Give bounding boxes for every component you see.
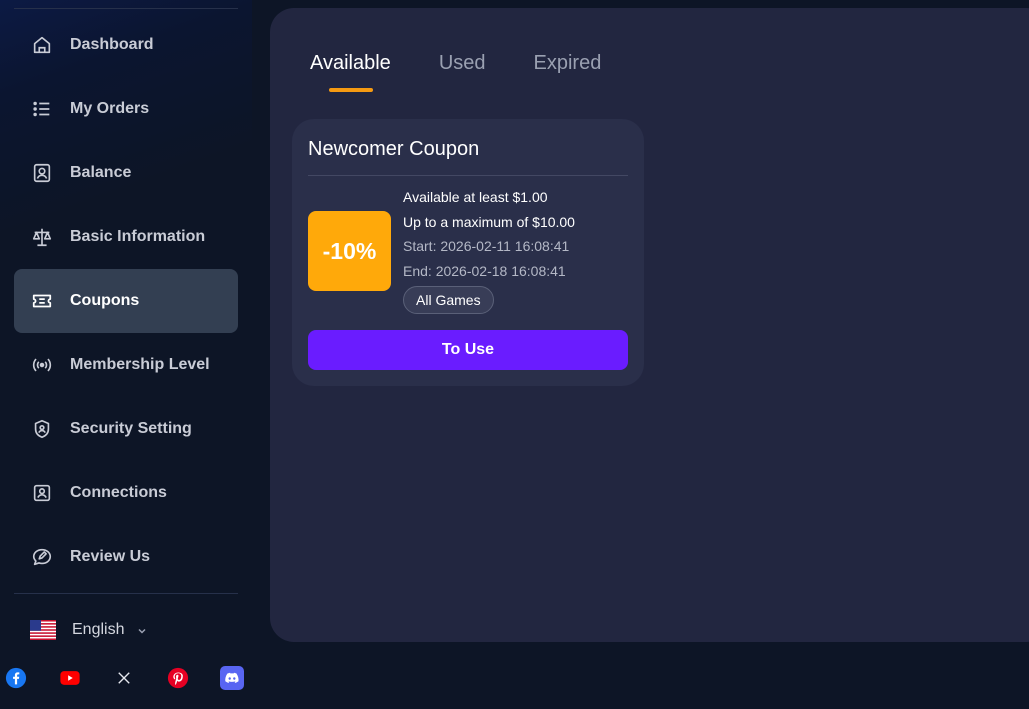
broadcast-icon bbox=[30, 353, 54, 377]
coupon-details: Available at least $1.00 Up to a maximum… bbox=[403, 189, 575, 287]
sidebar-item-label: Basic Information bbox=[70, 228, 206, 245]
sidebar-item-balance[interactable]: Balance bbox=[14, 141, 238, 205]
list-icon bbox=[30, 97, 54, 121]
coupons-panel: Available Used Expired Newcomer Coupon -… bbox=[270, 8, 1029, 642]
sidebar-item-review-us[interactable]: Review Us bbox=[14, 525, 238, 589]
coupon-start-date: Start: 2026-02-11 16:08:41 bbox=[403, 238, 570, 254]
coupon-minimum: Available at least $1.00 bbox=[403, 189, 548, 205]
coupon-tabs: Available Used Expired bbox=[310, 52, 649, 92]
coupon-scope-tag: All Games bbox=[403, 286, 494, 314]
coupon-maximum: Up to a maximum of $10.00 bbox=[403, 213, 575, 230]
sidebar-item-label: Dashboard bbox=[70, 36, 154, 53]
language-selector[interactable]: English bbox=[30, 617, 148, 643]
scales-icon bbox=[30, 225, 54, 249]
sidebar-item-membership-level[interactable]: Membership Level bbox=[14, 333, 238, 397]
discord-icon[interactable] bbox=[220, 666, 244, 690]
shield-icon bbox=[30, 417, 54, 441]
sidebar-item-label: Balance bbox=[70, 164, 132, 181]
youtube-icon[interactable] bbox=[58, 666, 82, 690]
discount-badge: -10% bbox=[308, 211, 391, 291]
contact-icon bbox=[30, 481, 54, 505]
sidebar-item-label: Connections bbox=[70, 484, 167, 501]
social-links bbox=[4, 666, 274, 690]
coupon-card: Newcomer Coupon -10% Available at least … bbox=[292, 119, 644, 386]
divider bbox=[14, 593, 238, 594]
divider bbox=[14, 8, 238, 9]
tab-used[interactable]: Used bbox=[439, 52, 486, 75]
home-icon bbox=[30, 33, 54, 57]
sidebar-item-connections[interactable]: Connections bbox=[14, 461, 238, 525]
sidebar-item-basic-information[interactable]: Basic Information bbox=[14, 205, 238, 269]
sidebar-item-label: Security Setting bbox=[70, 420, 192, 437]
sidebar-item-label: My Orders bbox=[70, 100, 150, 117]
sidebar-item-security-setting[interactable]: Security Setting bbox=[14, 397, 238, 461]
language-label: English bbox=[72, 621, 125, 638]
divider bbox=[308, 175, 628, 176]
balance-icon bbox=[30, 161, 54, 185]
use-coupon-button[interactable]: To Use bbox=[308, 330, 628, 370]
x-icon[interactable] bbox=[112, 666, 136, 690]
sidebar-item-label: Membership Level bbox=[70, 356, 210, 373]
coupon-end-date: End: 2026-02-18 16:08:41 bbox=[403, 262, 566, 279]
sidebar-item-coupons[interactable]: Coupons bbox=[14, 269, 238, 333]
chat-edit-icon bbox=[30, 545, 54, 569]
sidebar-item-label: Review Us bbox=[70, 548, 151, 565]
tab-expired[interactable]: Expired bbox=[534, 52, 602, 75]
us-flag-icon bbox=[30, 620, 56, 640]
ticket-icon bbox=[30, 289, 54, 313]
facebook-icon[interactable] bbox=[4, 666, 28, 690]
tab-available[interactable]: Available bbox=[310, 52, 391, 92]
coupon-title: Newcomer Coupon bbox=[308, 138, 480, 160]
pinterest-icon[interactable] bbox=[166, 666, 190, 690]
sidebar-item-label: Coupons bbox=[70, 292, 140, 309]
chevron-down-icon bbox=[136, 624, 148, 636]
sidebar-item-dashboard[interactable]: Dashboard bbox=[14, 13, 238, 77]
sidebar-item-my-orders[interactable]: My Orders bbox=[14, 77, 238, 141]
sidebar: Dashboard My Orders Balance Basic Inform… bbox=[0, 0, 252, 709]
